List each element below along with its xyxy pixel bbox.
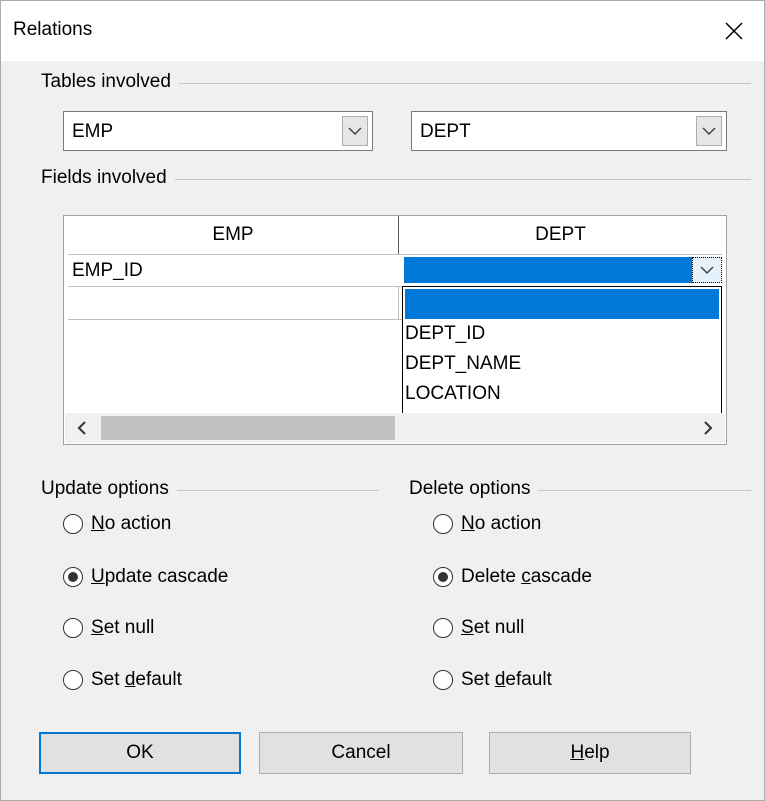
title-bar: Relations bbox=[1, 1, 764, 61]
chevron-down-icon bbox=[702, 127, 716, 136]
help-button-key: H bbox=[570, 742, 585, 763]
radio-indicator bbox=[433, 567, 453, 587]
scroll-right-button[interactable] bbox=[693, 416, 723, 440]
dropdown-option[interactable] bbox=[405, 289, 719, 319]
chevron-down-icon bbox=[700, 266, 714, 275]
ok-button[interactable]: OK bbox=[39, 732, 241, 774]
right-table-dropdown-button[interactable] bbox=[696, 116, 722, 146]
table-row: EMP_ID bbox=[68, 254, 722, 287]
close-button[interactable] bbox=[704, 1, 764, 61]
left-field-cell[interactable]: EMP_ID bbox=[72, 260, 143, 282]
right-table-select[interactable]: DEPT bbox=[411, 111, 727, 151]
chevron-down-icon bbox=[348, 127, 362, 136]
field-dropdown-list[interactable]: DEPT_ID DEPT_NAME LOCATION bbox=[402, 286, 722, 414]
delete-set-null-radio[interactable]: Set null bbox=[433, 617, 524, 639]
window-title: Relations bbox=[13, 19, 93, 40]
left-table-dropdown-button[interactable] bbox=[342, 116, 368, 146]
relations-dialog: Relations Tables involved EMP DEPT Field… bbox=[0, 0, 765, 801]
tables-involved-label: Tables involved bbox=[41, 71, 179, 93]
radio-label: Set default bbox=[91, 669, 182, 690]
radio-indicator bbox=[63, 670, 83, 690]
fields-involved-label: Fields involved bbox=[41, 167, 175, 189]
left-table-value: EMP bbox=[72, 121, 114, 142]
radio-label: Update cascade bbox=[91, 566, 229, 587]
radio-indicator bbox=[63, 514, 83, 534]
fields-grid: EMP DEPT EMP_ID DEPT_ID DEPT_NAME LOCATI… bbox=[63, 215, 727, 445]
dropdown-option[interactable]: LOCATION bbox=[405, 379, 719, 409]
update-set-default-radio[interactable]: Set default bbox=[63, 669, 182, 691]
left-table-select[interactable]: EMP bbox=[63, 111, 373, 151]
radio-label: No action bbox=[461, 513, 542, 534]
radio-indicator bbox=[433, 618, 453, 638]
cell-separator bbox=[398, 287, 399, 319]
right-field-cell-active[interactable] bbox=[404, 257, 722, 283]
radio-label: Delete cascade bbox=[461, 566, 592, 587]
update-cascade-radio[interactable]: Update cascade bbox=[63, 566, 228, 588]
dropdown-option[interactable]: DEPT_NAME bbox=[405, 349, 719, 379]
radio-indicator bbox=[63, 618, 83, 638]
right-table-value: DEPT bbox=[420, 121, 471, 142]
radio-label: Set null bbox=[461, 617, 525, 638]
grid-header: EMP DEPT bbox=[68, 216, 722, 255]
delete-set-default-radio[interactable]: Set default bbox=[433, 669, 552, 691]
radio-indicator bbox=[63, 567, 83, 587]
delete-cascade-radio[interactable]: Delete cascade bbox=[433, 566, 592, 588]
update-options-label: Update options bbox=[41, 478, 177, 500]
horizontal-scrollbar[interactable] bbox=[65, 413, 725, 443]
radio-label: Set null bbox=[91, 617, 155, 638]
radio-label: Set default bbox=[461, 669, 552, 690]
update-set-null-radio[interactable]: Set null bbox=[63, 617, 154, 639]
grid-column-header-left[interactable]: EMP bbox=[68, 216, 398, 254]
grid-column-header-right[interactable]: DEPT bbox=[399, 216, 722, 254]
cancel-button[interactable]: Cancel bbox=[259, 732, 463, 774]
right-field-dropdown-button[interactable] bbox=[692, 257, 722, 283]
delete-no-action-radio[interactable]: No action bbox=[433, 513, 541, 535]
update-no-action-radio[interactable]: No action bbox=[63, 513, 171, 535]
chevron-right-icon bbox=[704, 421, 713, 435]
close-icon bbox=[725, 22, 743, 40]
delete-options-label: Delete options bbox=[409, 478, 539, 500]
scroll-left-button[interactable] bbox=[67, 416, 97, 440]
scrollbar-thumb[interactable] bbox=[101, 416, 395, 440]
chevron-left-icon bbox=[77, 421, 86, 435]
radio-indicator bbox=[433, 514, 453, 534]
help-button[interactable]: Help bbox=[489, 732, 691, 774]
radio-label: No action bbox=[91, 513, 172, 534]
dropdown-option[interactable]: DEPT_ID bbox=[405, 319, 719, 349]
help-button-label: elp bbox=[584, 742, 610, 763]
radio-indicator bbox=[433, 670, 453, 690]
